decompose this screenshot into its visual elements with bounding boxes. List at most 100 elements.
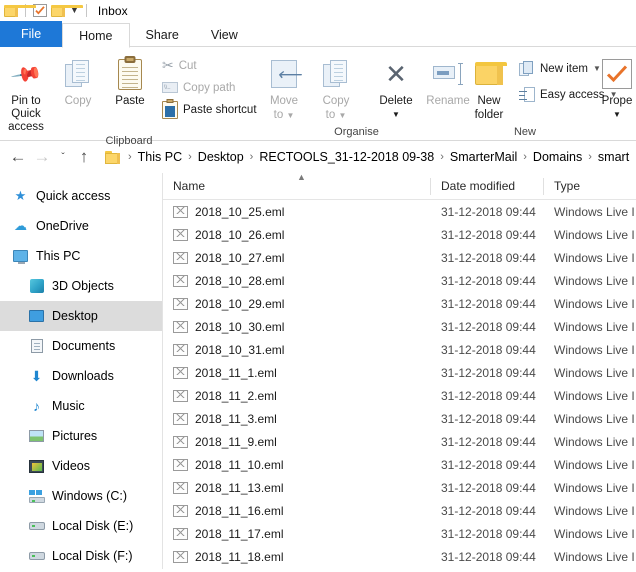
delete-caret-icon[interactable]: ▼ <box>392 109 400 122</box>
breadcrumb-item-smartermail[interactable]: SmarterMail <box>450 150 517 164</box>
folder-icon[interactable] <box>4 4 36 17</box>
file-name-label: 2018_10_31.eml <box>195 342 285 357</box>
group-label-organise: Organise <box>334 126 379 138</box>
table-row[interactable]: 2018_11_2.eml 31-12-2018 09:44 Windows Liv… <box>163 384 636 407</box>
type-cell: Windows Live I <box>554 319 635 334</box>
column-header-name[interactable]: ▲ Name <box>163 173 431 200</box>
breadcrumb-item-desktop[interactable]: Desktop <box>198 150 244 164</box>
breadcrumb-separator: › <box>523 151 527 163</box>
date-modified-cell: 31-12-2018 09:44 <box>441 411 536 426</box>
3d-objects-icon <box>28 278 45 294</box>
email-file-icon <box>173 481 188 494</box>
forward-button[interactable]: → <box>30 145 54 169</box>
sidebar-item-quick-access[interactable]: ★ Quick access <box>0 181 163 211</box>
sidebar-item-pictures[interactable]: Pictures <box>0 421 163 451</box>
sidebar-item-windows-c[interactable]: Windows (C:) <box>0 481 163 511</box>
file-name-cell: 2018_11_3.eml <box>163 412 431 426</box>
email-file-icon <box>173 435 188 448</box>
table-row[interactable]: 2018_10_28.eml 31-12-2018 09:44 Windows Li… <box>163 269 636 292</box>
table-row[interactable]: 2018_10_30.eml 31-12-2018 09:44 Windows Li… <box>163 315 636 338</box>
table-row[interactable]: 2018_10_25.eml 31-12-2018 09:44 Windows Li… <box>163 200 636 223</box>
breadcrumb-item-rectools[interactable]: RECTOOLS_31-12-2018 09-38 <box>259 150 434 164</box>
cut-button[interactable]: ✂ Cut <box>162 56 261 75</box>
file-name-cell: 2018_10_26.eml <box>163 228 431 242</box>
table-row[interactable]: 2018_11_17.eml 31-12-2018 09:44 Windows Li… <box>163 522 636 545</box>
star-icon: ★ <box>14 188 27 203</box>
sidebar-item-documents[interactable]: Documents <box>0 331 163 361</box>
sidebar-item-local-disk-f[interactable]: Local Disk (F:) <box>0 541 163 571</box>
table-row[interactable]: 2018_11_16.eml 31-12-2018 09:44 Windows Li… <box>163 499 636 522</box>
breadcrumb-item-this-pc[interactable]: This PC <box>138 150 182 164</box>
breadcrumb-item-smart[interactable]: smart <box>598 150 629 164</box>
tab-file[interactable]: File <box>0 21 63 47</box>
sidebar-item-onedrive[interactable]: ☁ OneDrive <box>0 211 163 241</box>
recent-locations-icon[interactable]: ˇ <box>54 145 72 169</box>
pin-to-quick-access-button[interactable]: 📌 Pin to Quick access <box>0 54 52 134</box>
properties-caret-icon[interactable]: ▼ <box>613 109 621 122</box>
table-row[interactable]: 2018_10_29.eml 31-12-2018 09:44 Windows Li… <box>163 292 636 315</box>
paste-shortcut-button[interactable]: Paste shortcut <box>162 98 261 119</box>
file-name-label: 2018_11_18.eml <box>195 549 284 564</box>
back-button[interactable]: ← <box>6 145 30 169</box>
delete-button[interactable]: ✕ Delete ▼ <box>370 54 422 121</box>
date-modified-cell: 31-12-2018 09:44 <box>441 480 536 495</box>
up-button[interactable]: ↑ <box>72 145 96 169</box>
email-file-icon <box>173 366 188 379</box>
type-cell: Windows Live I <box>554 549 635 564</box>
breadcrumb-item-domains[interactable]: Domains <box>533 150 582 164</box>
tab-share[interactable]: Share <box>130 22 195 47</box>
file-name-label: 2018_10_30.eml <box>195 319 285 334</box>
properties-button[interactable]: Prope ▼ <box>595 54 636 121</box>
ribbon: 📌 Pin to Quick access Copy Paste ✂ Cut \… <box>0 47 636 147</box>
date-modified-cell: 31-12-2018 09:44 <box>441 388 536 403</box>
file-name-cell: 2018_11_16.eml <box>163 504 431 518</box>
copy-button[interactable]: Copy <box>52 54 104 108</box>
table-row[interactable]: 2018_11_13.eml 31-12-2018 09:44 Windows Li… <box>163 476 636 499</box>
file-name-label: 2018_11_3.eml <box>195 411 277 426</box>
title-bar: ▼ Inbox <box>0 0 636 21</box>
file-name-cell: 2018_11_1.eml <box>163 366 431 380</box>
sidebar-item-this-pc[interactable]: This PC <box>0 241 163 271</box>
file-name-label: 2018_10_27.eml <box>195 250 285 265</box>
email-file-icon <box>173 504 188 517</box>
table-row[interactable]: 2018_11_3.eml 31-12-2018 09:44 Windows Liv… <box>163 407 636 430</box>
breadcrumb-separator: › <box>188 151 192 163</box>
breadcrumb[interactable]: › This PC › Desktop › RECTOOLS_31-12-201… <box>102 146 636 168</box>
sidebar-item-label: Windows (C:) <box>52 489 128 503</box>
sidebar-item-desktop[interactable]: Desktop <box>0 301 163 331</box>
table-row[interactable]: 2018_11_1.eml 31-12-2018 09:44 Windows Liv… <box>163 361 636 384</box>
move-to-button[interactable]: ⟵ Move to ▼ <box>258 54 310 122</box>
copy-to-button[interactable]: Copy to ▼ <box>310 54 362 122</box>
sidebar-item-3d-objects[interactable]: 3D Objects <box>0 271 163 301</box>
column-header-date-modified[interactable]: Date modified <box>431 173 544 200</box>
music-icon: ♪ <box>33 398 40 414</box>
paste-button[interactable]: Paste <box>104 54 156 108</box>
table-row[interactable]: 2018_11_9.eml 31-12-2018 09:44 Windows Liv… <box>163 430 636 453</box>
sidebar-item-local-disk-e[interactable]: Local Disk (E:) <box>0 511 163 541</box>
breadcrumb-separator: › <box>440 151 444 163</box>
email-file-icon <box>173 550 188 563</box>
date-modified-cell: 31-12-2018 09:44 <box>441 457 536 472</box>
toolbar-divider-2 <box>85 4 87 17</box>
table-row[interactable]: 2018_10_27.eml 31-12-2018 09:44 Windows Li… <box>163 246 636 269</box>
table-row[interactable]: 2018_10_31.eml 31-12-2018 09:44 Windows Li… <box>163 338 636 361</box>
group-label-clipboard: Clipboard <box>105 134 153 147</box>
copy-path-button[interactable]: \\.. Copy path <box>162 78 261 97</box>
new-folder-icon[interactable] <box>51 4 83 17</box>
table-row[interactable]: 2018_11_18.eml 31-12-2018 09:44 Windows Li… <box>163 545 636 568</box>
table-row[interactable]: 2018_11_10.eml 31-12-2018 09:44 Windows Li… <box>163 453 636 476</box>
sidebar-item-downloads[interactable]: ⬇ Downloads <box>0 361 163 391</box>
table-row[interactable]: 2018_11_19.eml31-12-2018 09:44Windows Li… <box>163 568 636 569</box>
file-name-cell: 2018_11_13.eml <box>163 481 431 495</box>
ribbon-group-organise: ⟵ Move to ▼ Copy to ▼ ✕ Delete ▼ Rename … <box>258 47 470 141</box>
tab-view[interactable]: View <box>195 22 254 47</box>
ribbon-tabs: File Home Share View <box>0 21 636 48</box>
new-folder-button[interactable]: New folder <box>463 54 515 121</box>
date-modified-cell: 31-12-2018 09:44 <box>441 296 536 311</box>
column-header-type[interactable]: Type <box>544 173 636 200</box>
sidebar-item-music[interactable]: ♪ Music <box>0 391 163 421</box>
table-row[interactable]: 2018_10_26.eml 31-12-2018 09:44 Windows Li… <box>163 223 636 246</box>
file-name-cell: 2018_11_10.eml <box>163 458 431 472</box>
tab-home[interactable]: Home <box>62 23 130 48</box>
sidebar-item-videos[interactable]: Videos <box>0 451 163 481</box>
